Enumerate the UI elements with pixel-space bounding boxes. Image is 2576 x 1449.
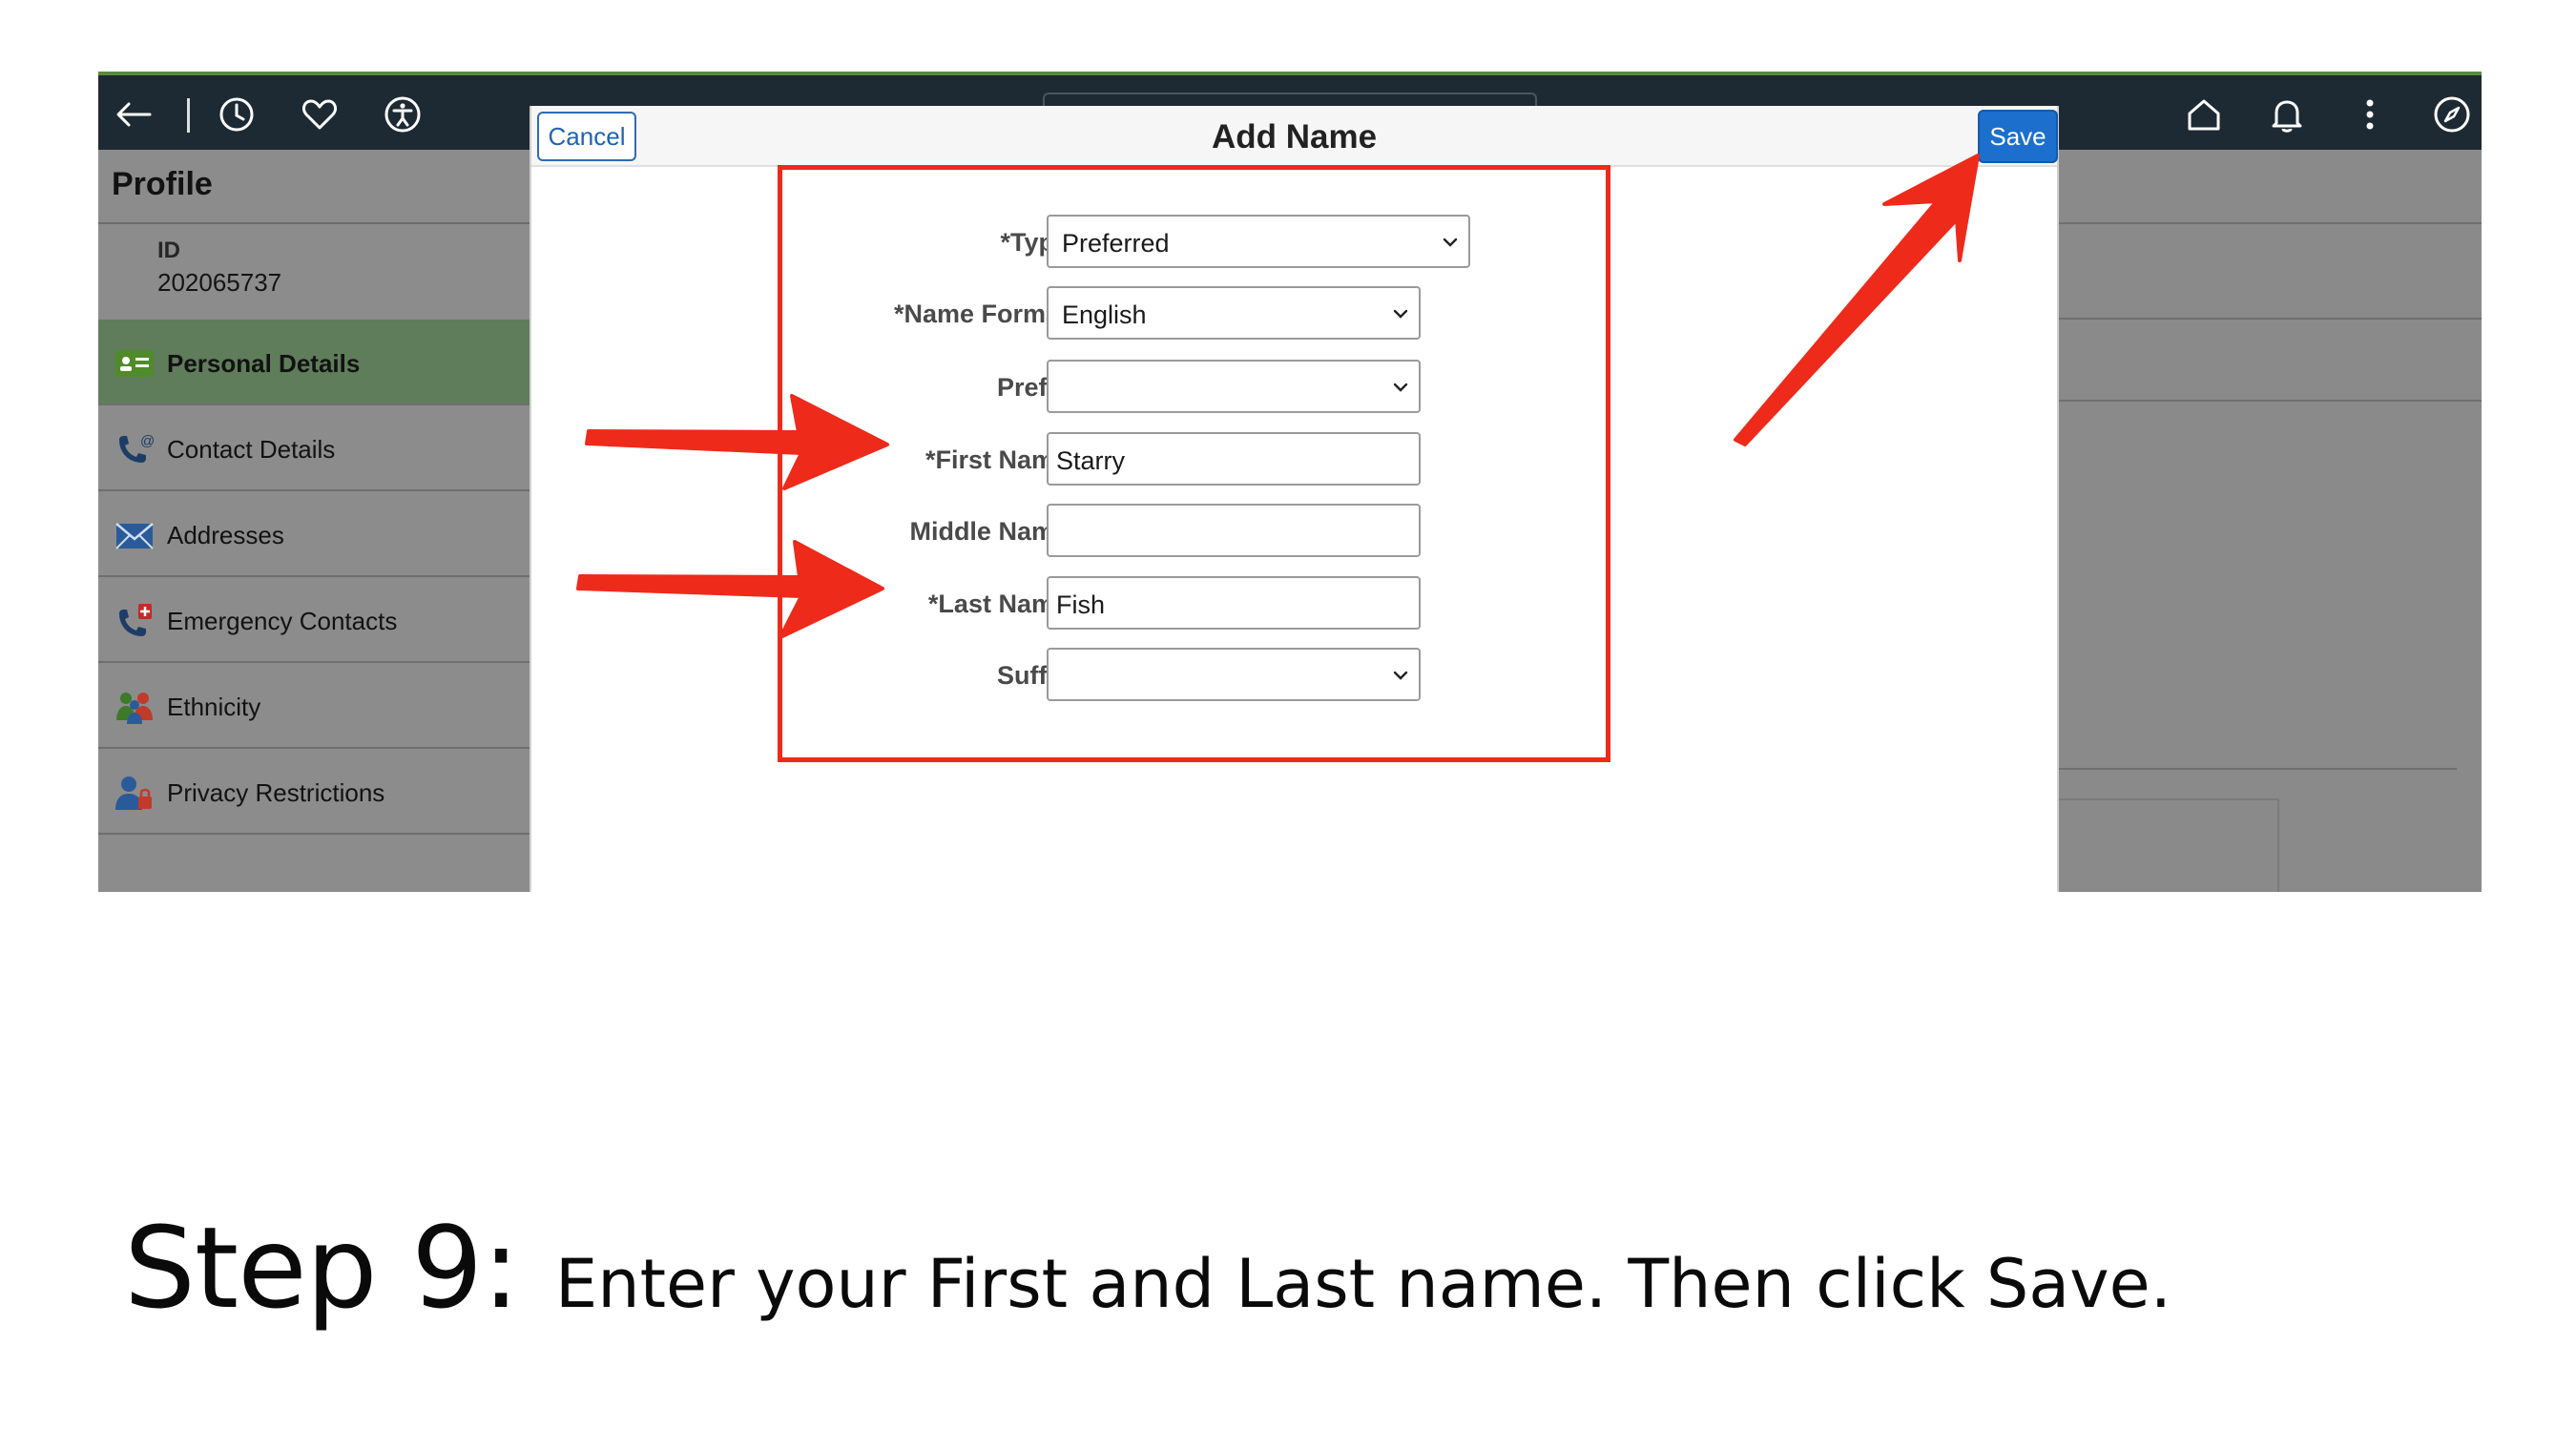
id-value: 202065737 — [157, 268, 282, 297]
sidebar-item-label: Emergency Contacts — [167, 607, 398, 635]
modal-title: Add Name — [1211, 118, 1378, 155]
favorites-heart-icon[interactable] — [298, 93, 342, 136]
background-table — [2056, 798, 2279, 892]
sidebar-item-label: Addresses — [167, 521, 284, 549]
svg-text:@: @ — [140, 433, 155, 449]
modal-header: Cancel Add Name Save — [531, 106, 2058, 167]
sidebar-item-label: Contact Details — [167, 435, 336, 464]
phone-email-icon: @ — [114, 430, 156, 468]
phone-emergency-icon — [114, 602, 156, 640]
form-highlight-box — [778, 165, 1610, 762]
sidebar-item-addresses[interactable]: Addresses — [98, 491, 530, 577]
home-icon[interactable] — [2182, 93, 2226, 136]
envelope-icon — [114, 516, 156, 554]
topbar-divider — [187, 98, 190, 133]
sidebar-item-privacy-restrictions[interactable]: Privacy Restrictions — [98, 749, 530, 835]
instruction-emphasis: Save — [1985, 1245, 2150, 1323]
person-lock-icon — [114, 774, 156, 812]
accessibility-icon[interactable] — [381, 93, 425, 136]
id-label: ID — [157, 238, 180, 263]
history-clock-icon[interactable] — [215, 93, 259, 136]
more-vertical-icon[interactable] — [2348, 93, 2392, 136]
sidebar-item-personal-details[interactable]: Personal Details — [98, 320, 530, 405]
back-arrow-icon[interactable] — [112, 93, 156, 136]
sidebar-item-contact-details[interactable]: @ Contact Details — [98, 405, 530, 491]
sidebar-item-label: Ethnicity — [167, 693, 261, 721]
compass-icon[interactable] — [2430, 93, 2474, 136]
profile-sidebar: Profile ID 202065737 Personal Details @ … — [98, 150, 530, 892]
background-divider — [2056, 768, 2457, 770]
profile-title: Profile — [112, 166, 213, 202]
sidebar-item-label: Personal Details — [167, 349, 361, 378]
people-icon — [114, 688, 156, 726]
instruction-end: . — [2150, 1245, 2171, 1323]
step-number: Step 9: — [124, 1202, 520, 1334]
profile-header: Profile — [98, 150, 530, 224]
id-card-icon — [114, 344, 156, 383]
sidebar-item-ethnicity[interactable]: Ethnicity — [98, 663, 530, 749]
sidebar-item-label: Privacy Restrictions — [167, 778, 385, 807]
sidebar-item-emergency-contacts[interactable]: Emergency Contacts — [98, 577, 530, 663]
instruction-text: Enter your First and Last name. Then cli… — [555, 1245, 1986, 1323]
save-button[interactable]: Save — [1978, 110, 2058, 163]
bell-icon[interactable] — [2265, 93, 2309, 136]
instruction-caption: Step 9: Enter your First and Last name. T… — [124, 1202, 2509, 1335]
